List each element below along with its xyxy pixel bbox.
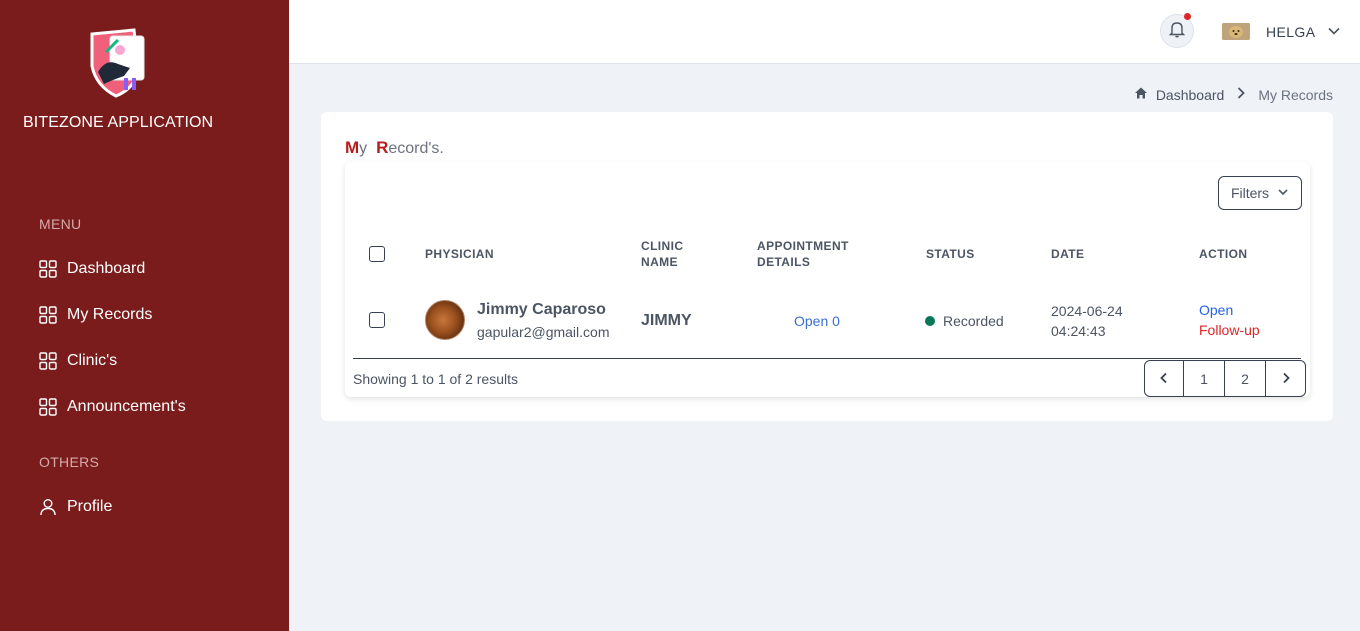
records-card: My Record's. Filters PHYSICIAN CLINIC NA… <box>321 112 1333 421</box>
bitezone-logo <box>84 28 150 98</box>
chevron-left-icon <box>1159 371 1169 387</box>
filters-label: Filters <box>1230 185 1270 201</box>
next-page-button[interactable] <box>1266 361 1305 396</box>
page-2-button[interactable]: 2 <box>1225 361 1266 396</box>
breadcrumb: Dashboard My Records <box>1134 86 1333 103</box>
bell-icon <box>1168 20 1186 43</box>
sidebar-item-label: Dashboard <box>67 260 146 277</box>
column-header-date: DATE <box>1051 247 1085 261</box>
title-text: y <box>359 140 368 157</box>
select-all-checkbox[interactable] <box>369 246 385 262</box>
app-name: BITEZONE APPLICATION <box>23 114 214 131</box>
results-summary: Showing 1 to 1 of 2 results <box>353 371 518 387</box>
sidebar-item-my-records[interactable]: My Records <box>39 306 152 324</box>
physician-email: gapular2@gmail.com <box>477 324 610 340</box>
status-badge: Recorded <box>943 313 1004 329</box>
column-header-line: CLINIC <box>641 239 684 253</box>
column-header-appointment-details: APPOINTMENT DETAILS <box>757 238 849 270</box>
others-section-label: OTHERS <box>39 454 100 470</box>
sidebar-item-announcements[interactable]: Announcement's <box>39 398 186 416</box>
chevron-right-icon <box>1236 86 1246 103</box>
sidebar-item-clinics[interactable]: Clinic's <box>39 352 117 370</box>
pagination: 1 2 <box>1144 360 1306 397</box>
sidebar-item-dashboard[interactable]: Dashboard <box>39 260 145 278</box>
chevron-right-icon <box>1281 371 1291 387</box>
top-header: HELGA <box>289 0 1360 64</box>
breadcrumb-current: My Records <box>1258 86 1333 103</box>
record-date: 2024-06-24 <box>1051 303 1123 319</box>
prev-page-button[interactable] <box>1145 361 1184 396</box>
title-text: ecord's. <box>388 140 444 157</box>
sidebar-item-profile[interactable]: Profile <box>39 498 112 516</box>
breadcrumb-dashboard-link[interactable]: Dashboard <box>1156 87 1225 103</box>
open-link[interactable]: Open <box>1199 302 1233 318</box>
user-avatar[interactable] <box>1222 23 1250 40</box>
grid-icon <box>39 260 57 278</box>
sidebar-item-label: Announcement's <box>67 398 186 415</box>
page-title: My Record's. <box>345 138 444 158</box>
clinic-name: JIMMY <box>641 312 692 329</box>
column-header-physician: PHYSICIAN <box>425 247 494 261</box>
appointment-details-link[interactable]: Open 0 <box>794 313 840 329</box>
sidebar-item-label: My Records <box>67 306 153 323</box>
column-header-line: DETAILS <box>757 255 811 269</box>
table-divider <box>353 358 1301 359</box>
title-letter: R <box>376 138 389 157</box>
menu-section-label: MENU <box>39 216 82 232</box>
physician-avatar <box>425 300 465 340</box>
grid-icon <box>39 352 57 370</box>
notification-badge <box>1184 13 1191 20</box>
column-header-action: ACTION <box>1199 247 1248 261</box>
home-icon <box>1134 86 1148 103</box>
column-header-line: APPOINTMENT <box>757 239 849 253</box>
records-table: Filters PHYSICIAN CLINIC NAME APPOINTMEN… <box>345 162 1310 397</box>
chevron-down-icon <box>1277 185 1289 201</box>
column-header-line: NAME <box>641 255 678 269</box>
follow-up-link[interactable]: Follow-up <box>1199 322 1260 338</box>
filters-button[interactable]: Filters <box>1218 176 1302 210</box>
user-name[interactable]: HELGA <box>1266 24 1315 40</box>
chevron-down-icon[interactable] <box>1327 24 1341 43</box>
title-letter: M <box>345 138 360 157</box>
record-time: 04:24:43 <box>1051 323 1106 339</box>
sidebar: BITEZONE APPLICATION MENU Dashboard My R… <box>0 0 289 631</box>
page-1-button[interactable]: 1 <box>1184 361 1225 396</box>
grid-icon <box>39 398 57 416</box>
grid-icon <box>39 306 57 324</box>
column-header-clinic-name: CLINIC NAME <box>641 238 683 270</box>
row-checkbox[interactable] <box>369 312 385 328</box>
sidebar-item-label: Profile <box>67 498 113 515</box>
column-header-status: STATUS <box>926 247 975 261</box>
status-indicator <box>925 316 935 326</box>
sidebar-item-label: Clinic's <box>67 352 118 369</box>
user-icon <box>39 498 57 516</box>
physician-name: Jimmy Caparoso <box>477 301 606 318</box>
